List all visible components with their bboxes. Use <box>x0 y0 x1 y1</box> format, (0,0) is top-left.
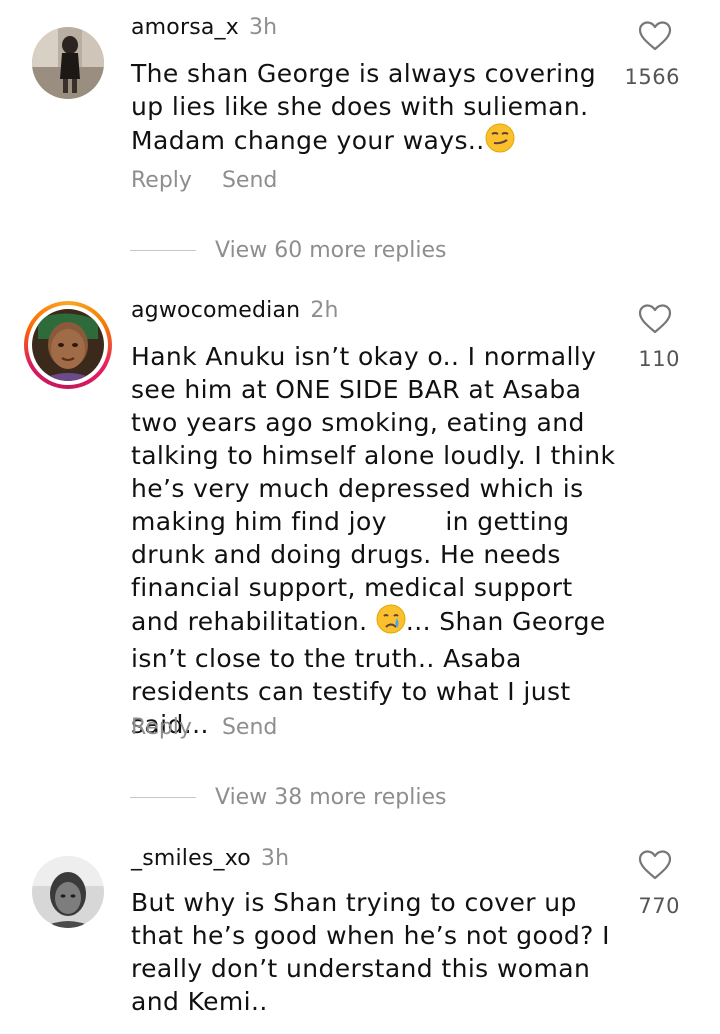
reply-thread-line <box>130 796 196 798</box>
like-count: 1566 <box>624 65 680 89</box>
comment-actions: Reply Send <box>131 168 277 193</box>
comment-item: amorsa_x 3h The shan George is always cov… <box>0 0 720 210</box>
comment-body: But why is Shan trying to cover up that … <box>131 888 619 1016</box>
timestamp: 2h <box>310 298 339 323</box>
comment-header: amorsa_x 3h <box>131 15 277 40</box>
comment-text: But why is Shan trying to cover up that … <box>131 886 621 1018</box>
comment-text: Hank Anuku isn’t okay o.. I normally see… <box>131 340 621 741</box>
timestamp: 3h <box>248 15 278 40</box>
smirking-face-emoji <box>485 123 515 161</box>
reply-button[interactable]: Reply <box>131 715 192 740</box>
heart-outline-icon[interactable] <box>638 304 672 334</box>
comment-header: _smiles_xo 3h <box>131 846 289 871</box>
username[interactable]: agwocomedian <box>131 298 300 323</box>
reply-button[interactable]: Reply <box>131 168 192 193</box>
comment-body: Hank Anuku isn’t okay o.. I normally see… <box>131 342 624 636</box>
view-replies[interactable]: View 60 more replies <box>130 235 446 265</box>
comment-header: agwocomedian 2h <box>131 298 339 323</box>
view-replies-label[interactable]: View 60 more replies <box>215 238 446 263</box>
avatar[interactable] <box>32 27 104 99</box>
comment-text: The shan George is always covering up li… <box>131 57 621 161</box>
username[interactable]: amorsa_x <box>131 15 239 40</box>
comment-body: The shan George is always covering up li… <box>131 59 605 155</box>
avatar <box>32 309 104 381</box>
comment-item: agwocomedian 2h Hank Anuku isn’t okay o..… <box>0 290 720 760</box>
avatar[interactable] <box>32 856 104 928</box>
like-count: 110 <box>638 347 680 371</box>
send-button[interactable]: Send <box>222 715 277 740</box>
story-ring[interactable] <box>24 301 112 389</box>
comment-actions: Reply Send <box>131 715 277 740</box>
send-button[interactable]: Send <box>222 168 277 193</box>
heart-outline-icon[interactable] <box>638 850 672 880</box>
like-count: 770 <box>638 894 680 918</box>
reply-thread-line <box>130 249 196 251</box>
crying-face-emoji <box>376 604 406 642</box>
view-replies-label[interactable]: View 38 more replies <box>215 785 446 810</box>
heart-outline-icon[interactable] <box>638 21 672 51</box>
comment-item: _smiles_xo 3h But why is Shan trying to c… <box>0 838 720 1034</box>
username[interactable]: _smiles_xo <box>131 846 251 871</box>
view-replies[interactable]: View 38 more replies <box>130 782 446 812</box>
timestamp: 3h <box>260 846 290 871</box>
